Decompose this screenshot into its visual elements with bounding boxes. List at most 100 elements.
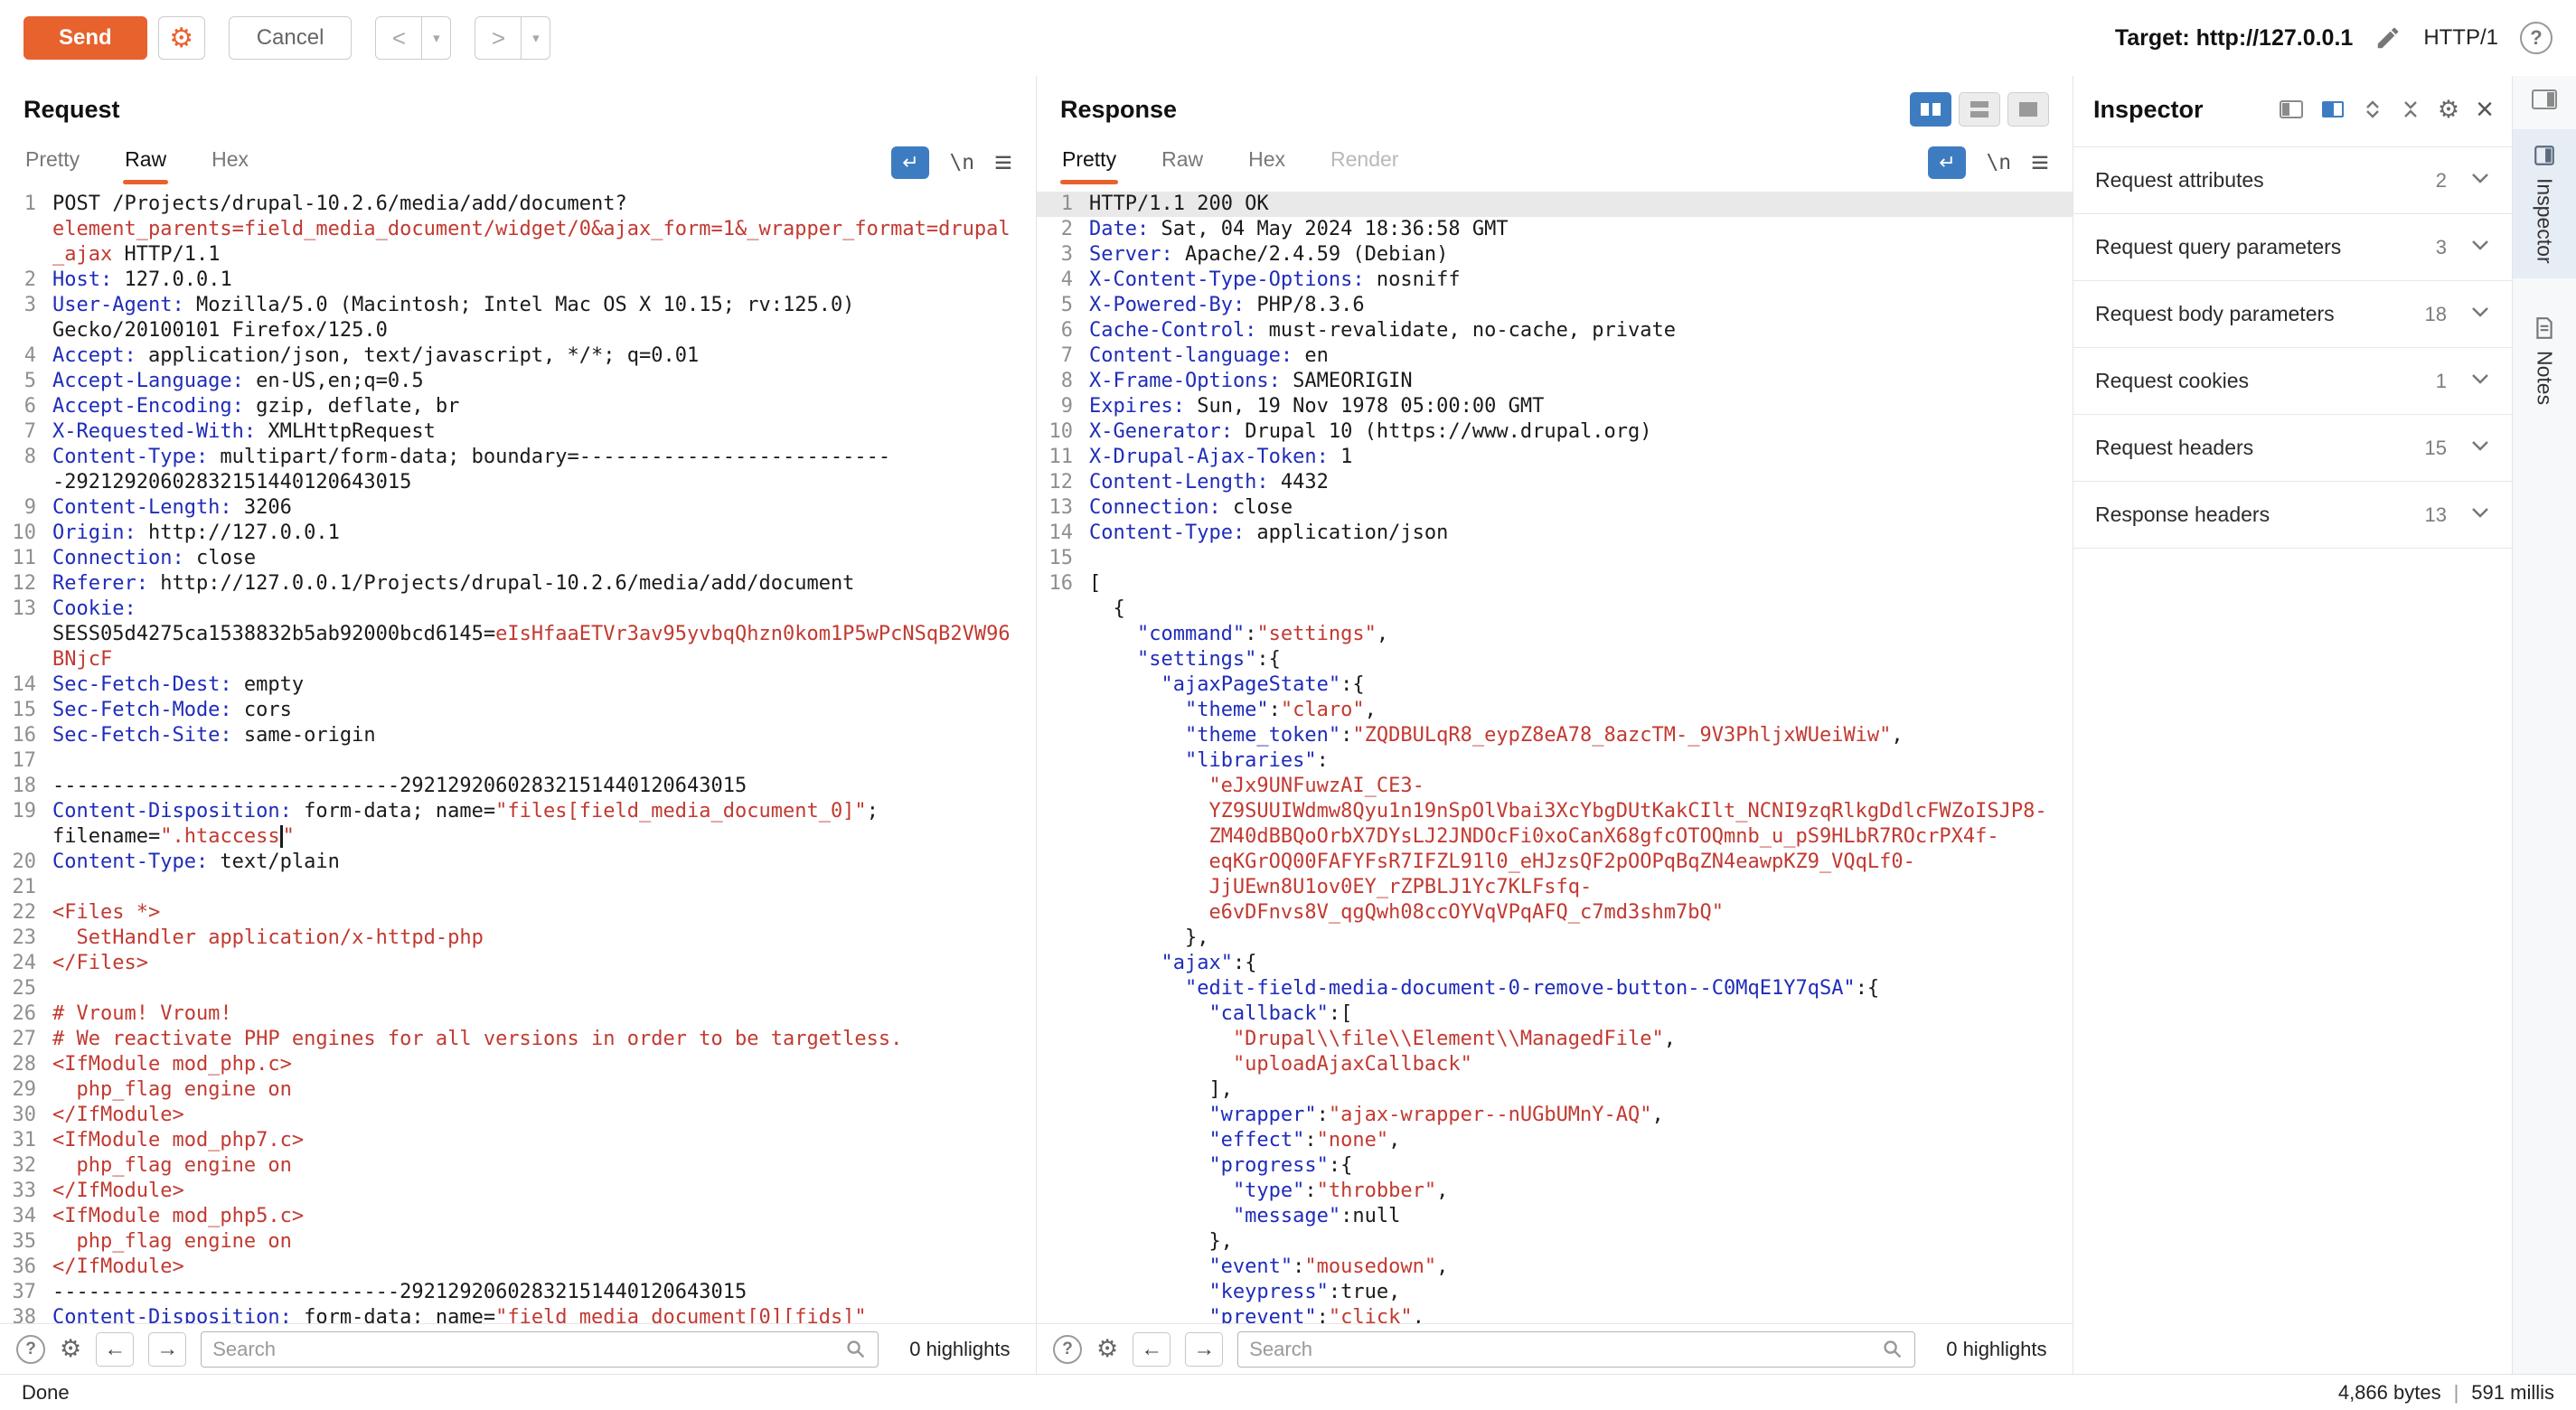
code-line[interactable]: 19Content-Disposition: form-data; name="… xyxy=(0,799,1036,850)
code-line[interactable]: "message":null xyxy=(1037,1204,2073,1229)
code-line[interactable]: 9Content-Length: 3206 xyxy=(0,495,1036,521)
code-line[interactable]: 14Sec-Fetch-Dest: empty xyxy=(0,672,1036,698)
request-editor[interactable]: 1POST /Projects/drupal-10.2.6/media/add/… xyxy=(0,186,1036,1323)
code-line[interactable]: "ajaxPageState":{ xyxy=(1037,672,2073,698)
tab-hex[interactable]: Hex xyxy=(1246,140,1287,179)
layout-stacked-button[interactable] xyxy=(1959,92,2000,127)
code-line[interactable]: 37-----------------------------292129206… xyxy=(0,1280,1036,1305)
code-line[interactable]: 7X-Requested-With: XMLHttpRequest xyxy=(0,419,1036,445)
back-dropdown-button[interactable]: ▾ xyxy=(422,16,451,60)
inspector-section-request-attributes[interactable]: Request attributes2 xyxy=(2073,147,2512,214)
code-line[interactable]: 36</IfModule> xyxy=(0,1255,1036,1280)
code-line[interactable]: 12Content-Length: 4432 xyxy=(1037,470,2073,495)
code-line[interactable]: "settings":{ xyxy=(1037,647,2073,672)
search-settings-button[interactable]: ⚙ xyxy=(60,1335,81,1363)
code-line[interactable]: 23 SetHandler application/x-httpd-php xyxy=(0,926,1036,951)
inspector-close-button[interactable]: × xyxy=(2476,94,2494,125)
back-button[interactable]: < xyxy=(375,16,422,60)
code-line[interactable]: "type":"throbber", xyxy=(1037,1179,2073,1204)
code-line[interactable]: 7Content-language: en xyxy=(1037,343,2073,369)
cancel-button[interactable]: Cancel xyxy=(229,16,353,60)
code-line[interactable]: 34<IfModule mod_php5.c> xyxy=(0,1204,1036,1229)
code-line[interactable]: 13Cookie: SESS05d4275ca1538832b5ab92000b… xyxy=(0,597,1036,672)
code-line[interactable]: 2Date: Sat, 04 May 2024 18:36:58 GMT xyxy=(1037,217,2073,242)
search-help-button[interactable]: ? xyxy=(1053,1335,1082,1364)
code-line[interactable]: 21 xyxy=(0,875,1036,900)
inspector-section-request-cookies[interactable]: Request cookies1 xyxy=(2073,348,2512,415)
code-line[interactable]: ], xyxy=(1037,1077,2073,1103)
http-version-label[interactable]: HTTP/1 xyxy=(2423,25,2498,51)
send-settings-button[interactable]: ⚙ xyxy=(158,16,205,60)
code-line[interactable]: 10Origin: http://127.0.0.1 xyxy=(0,521,1036,546)
code-line[interactable]: 6Accept-Encoding: gzip, deflate, br xyxy=(0,394,1036,419)
code-line[interactable]: 27# We reactivate PHP engines for all ve… xyxy=(0,1027,1036,1052)
search-help-button[interactable]: ? xyxy=(16,1335,45,1364)
code-line[interactable]: 30</IfModule> xyxy=(0,1103,1036,1128)
show-newlines-button[interactable]: \n xyxy=(949,151,974,174)
code-line[interactable]: 5X-Powered-By: PHP/8.3.6 xyxy=(1037,293,2073,318)
code-line[interactable]: 1HTTP/1.1 200 OK xyxy=(1037,192,2073,217)
code-line[interactable]: 10X-Generator: Drupal 10 (https://www.dr… xyxy=(1037,419,2073,445)
code-line[interactable]: { xyxy=(1037,597,2073,622)
tab-raw[interactable]: Raw xyxy=(1160,140,1205,179)
collapse-all-button[interactable] xyxy=(2400,99,2421,120)
layout-side-by-side-button[interactable] xyxy=(1910,92,1951,127)
code-line[interactable]: 29 php_flag engine on xyxy=(0,1077,1036,1103)
tab-hex[interactable]: Hex xyxy=(210,140,250,179)
code-line[interactable]: "edit-field-media-document-0-remove-butt… xyxy=(1037,976,2073,1001)
code-line[interactable]: 13Connection: close xyxy=(1037,495,2073,521)
tab-render[interactable]: Render xyxy=(1329,140,1400,179)
code-line[interactable]: 3Server: Apache/2.4.59 (Debian) xyxy=(1037,242,2073,268)
next-match-button[interactable]: → xyxy=(148,1332,186,1367)
code-line[interactable]: "theme":"claro", xyxy=(1037,698,2073,723)
code-line[interactable]: 18-----------------------------292129206… xyxy=(0,774,1036,799)
response-viewer[interactable]: 1HTTP/1.1 200 OK2Date: Sat, 04 May 2024 … xyxy=(1037,186,2073,1323)
code-line[interactable]: 20Content-Type: text/plain xyxy=(0,850,1036,875)
code-line[interactable]: 32 php_flag engine on xyxy=(0,1153,1036,1179)
code-line[interactable]: "command":"settings", xyxy=(1037,622,2073,647)
code-line[interactable]: "Drupal\\file\\Element\\ManagedFile", xyxy=(1037,1027,2073,1052)
search-input[interactable] xyxy=(212,1338,845,1361)
code-line[interactable]: "ajax":{ xyxy=(1037,951,2073,976)
inspector-section-request-query-parameters[interactable]: Request query parameters3 xyxy=(2073,214,2512,281)
code-line[interactable]: }, xyxy=(1037,1229,2073,1255)
code-line[interactable]: 3User-Agent: Mozilla/5.0 (Macintosh; Int… xyxy=(0,293,1036,343)
code-line[interactable]: 15Sec-Fetch-Mode: cors xyxy=(0,698,1036,723)
inspector-settings-button[interactable]: ⚙ xyxy=(2438,96,2459,124)
code-line[interactable]: 33</IfModule> xyxy=(0,1179,1036,1204)
code-line[interactable]: 38Content-Disposition: form-data; name="… xyxy=(0,1305,1036,1323)
code-line[interactable]: }, xyxy=(1037,926,2073,951)
editor-menu-button[interactable]: ≡ xyxy=(994,147,1012,178)
code-line[interactable]: 17 xyxy=(0,748,1036,774)
code-line[interactable]: 6Cache-Control: must-revalidate, no-cach… xyxy=(1037,318,2073,343)
code-line[interactable]: 26# Vroum! Vroum! xyxy=(0,1001,1036,1027)
next-match-button[interactable]: → xyxy=(1185,1332,1223,1367)
code-line[interactable]: 25 xyxy=(0,976,1036,1001)
inspector-section-response-headers[interactable]: Response headers13 xyxy=(2073,482,2512,549)
prev-match-button[interactable]: ← xyxy=(96,1332,134,1367)
editor-menu-button[interactable]: ≡ xyxy=(2031,147,2049,178)
code-line[interactable]: 8Content-Type: multipart/form-data; boun… xyxy=(0,445,1036,495)
code-line[interactable]: "progress":{ xyxy=(1037,1153,2073,1179)
dock-panel-button[interactable] xyxy=(2531,89,2558,113)
tab-pretty[interactable]: Pretty xyxy=(24,140,81,179)
code-line[interactable]: 16Sec-Fetch-Site: same-origin xyxy=(0,723,1036,748)
word-wrap-toggle-button[interactable]: ↵ xyxy=(891,146,929,179)
code-line[interactable]: "keypress":true, xyxy=(1037,1280,2073,1305)
help-button[interactable]: ? xyxy=(2520,22,2552,54)
code-line[interactable]: "eJx9UNFuwzAI_CE3-YZ9SUUIWdmw8Qyu1n19nSp… xyxy=(1037,774,2073,926)
code-line[interactable]: "theme_token":"ZQDBULqR8_eypZ8eA78_8azcT… xyxy=(1037,723,2073,748)
inspector-dock-left-button[interactable] xyxy=(2279,99,2304,119)
word-wrap-toggle-button[interactable]: ↵ xyxy=(1928,146,1966,179)
side-tab-notes[interactable]: Notes xyxy=(2513,302,2576,419)
code-line[interactable]: "callback":[ xyxy=(1037,1001,2073,1027)
code-line[interactable]: 35 php_flag engine on xyxy=(0,1229,1036,1255)
forward-button[interactable]: > xyxy=(475,16,522,60)
code-line[interactable]: 4X-Content-Type-Options: nosniff xyxy=(1037,268,2073,293)
search-input[interactable] xyxy=(1249,1338,1882,1361)
expand-all-button[interactable] xyxy=(2362,99,2383,120)
code-line[interactable]: 16[ xyxy=(1037,571,2073,597)
inspector-section-request-body-parameters[interactable]: Request body parameters18 xyxy=(2073,281,2512,348)
code-line[interactable]: 24</Files> xyxy=(0,951,1036,976)
code-line[interactable]: 4Accept: application/json, text/javascri… xyxy=(0,343,1036,369)
